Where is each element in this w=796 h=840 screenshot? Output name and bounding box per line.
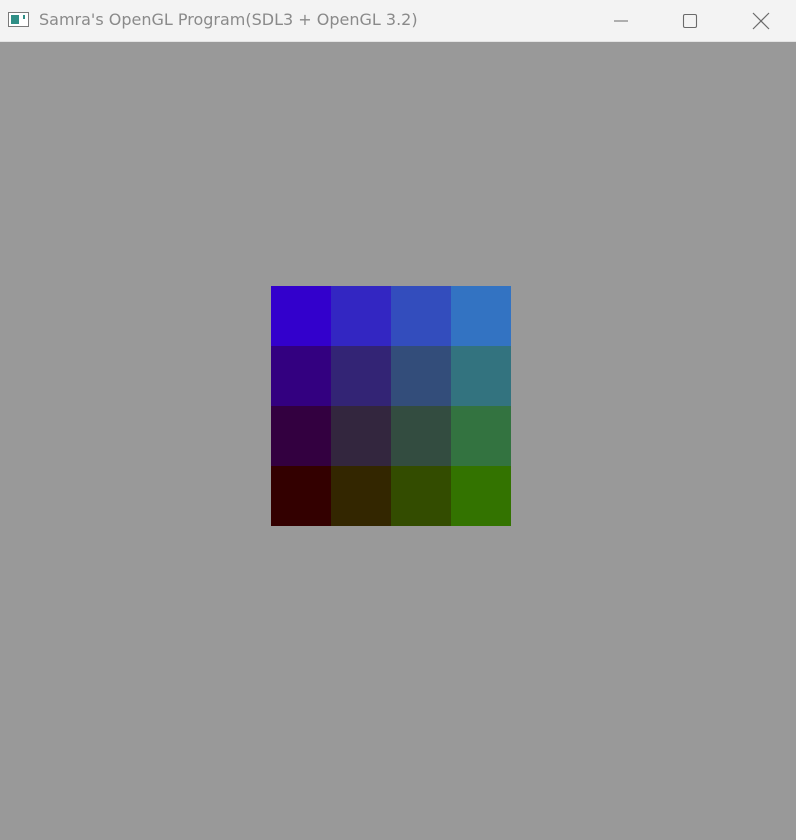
color-cell (451, 406, 511, 466)
color-cell (331, 406, 391, 466)
window-title: Samra's OpenGL Program(SDL3 + OpenGL 3.2… (39, 10, 418, 29)
color-cell (271, 406, 331, 466)
color-cell (391, 466, 451, 526)
color-cell (271, 286, 331, 346)
color-cell (331, 346, 391, 406)
color-cell (451, 466, 511, 526)
app-icon-bar (23, 15, 25, 19)
color-cell (391, 406, 451, 466)
app-icon[interactable] (8, 12, 29, 27)
app-window: Samra's OpenGL Program(SDL3 + OpenGL 3.2… (0, 0, 796, 840)
color-cell (271, 346, 331, 406)
color-cell (451, 286, 511, 346)
color-cell (331, 466, 391, 526)
maximize-icon (682, 13, 698, 29)
close-button[interactable] (738, 0, 784, 42)
title-bar[interactable]: Samra's OpenGL Program(SDL3 + OpenGL 3.2… (0, 0, 796, 42)
color-cell (391, 346, 451, 406)
maximize-button[interactable] (667, 0, 713, 42)
app-icon-pane (11, 15, 19, 24)
color-cell (391, 286, 451, 346)
color-grid (271, 286, 511, 526)
color-cell (451, 346, 511, 406)
close-icon (752, 12, 770, 30)
minimize-button[interactable] (598, 0, 644, 42)
color-cell (331, 286, 391, 346)
color-cell (271, 466, 331, 526)
minimize-icon (614, 20, 628, 22)
